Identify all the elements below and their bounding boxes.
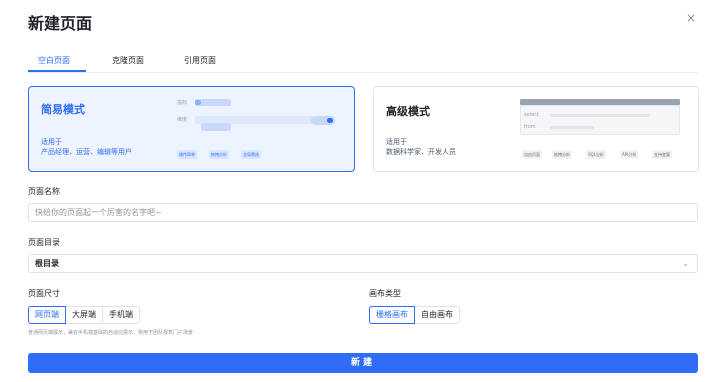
advanced-mode-title: 高级模式 [386, 105, 430, 118]
advanced-mode-card[interactable]: 高级模式 适用于 数据科学家、开发人员 select from 自由页面 拖拽分… [373, 86, 699, 172]
create-button[interactable]: 新建 [28, 353, 698, 373]
preview-metric-label: 指标 [177, 100, 188, 106]
tab-reference-page[interactable]: 引用页面 [184, 55, 216, 66]
simple-mode-desc-line2: 产品经理、运营、编辑等用户 [41, 148, 132, 156]
tag-variable-support: 支持变量 [652, 150, 672, 159]
canvas-type-label: 画布类型 [369, 289, 401, 298]
dialog-title: 新建页面 [28, 14, 93, 33]
advanced-mode-desc-line2: 数据科学家、开发人员 [386, 148, 456, 156]
preview-select-keyword: select [524, 112, 539, 118]
preview-from-line [550, 126, 594, 129]
tag-easy-operation: 操作简单 [177, 150, 197, 159]
preview-from-keyword: from [524, 124, 536, 130]
simple-mode-title: 简易模式 [41, 103, 85, 116]
simple-mode-card[interactable]: 简易模式 适用于 产品经理、运营、编辑等用户 指标 维度 操作简单 拖拽分析 全… [28, 86, 355, 172]
canvas-option-free[interactable]: 自由画布 [414, 306, 460, 324]
advanced-mode-desc: 适用于 数据科学家、开发人员 [386, 137, 456, 157]
size-option-bigscreen[interactable]: 大屏端 [65, 306, 103, 324]
preview-drag-chip [201, 123, 231, 131]
size-option-web[interactable]: 网页端 [28, 306, 66, 324]
preview-editor-body [520, 105, 680, 135]
page-name-input[interactable]: 快给你的页面起一个厉害的名字吧~ [28, 203, 698, 222]
page-size-label: 页面尺寸 [28, 289, 60, 298]
page-directory-select[interactable]: 根目录 ⌄ [28, 254, 698, 273]
preview-select-line [550, 114, 650, 117]
page-size-selector: 网页端 大屏端 手机端 [28, 306, 140, 324]
tag-drag-analysis: 拖拽分析 [552, 150, 572, 159]
tag-free-page: 自由页面 [522, 150, 542, 159]
simple-mode-desc: 适用于 产品经理、运营、编辑等用户 [41, 137, 132, 157]
preview-dimension-label: 维度 [177, 117, 188, 123]
preview-toggle-knob [327, 118, 333, 123]
size-option-mobile[interactable]: 手机端 [102, 306, 140, 324]
tag-drag-analysis: 拖拽分析 [209, 150, 229, 159]
canvas-type-selector: 栅格画布 自由画布 [369, 306, 460, 324]
tag-api-analysis: API分析 [620, 150, 639, 159]
tab-clone-page[interactable]: 克隆页面 [112, 55, 144, 66]
page-directory-label: 页面目录 [28, 238, 60, 247]
advanced-mode-desc-line1: 适用于 [386, 138, 407, 146]
tag-global-filter: 全局筛选 [241, 150, 261, 159]
simple-mode-desc-line1: 适用于 [41, 138, 62, 146]
chevron-down-icon: ⌄ [682, 259, 689, 268]
active-tab-indicator [28, 70, 86, 72]
canvas-option-grid[interactable]: 栅格画布 [369, 306, 415, 324]
page-directory-value: 根目录 [35, 259, 59, 268]
page-size-hint: 普通网页端展示，兼容手机端基础的自适应展示，常用于团队报表门户场景 [28, 330, 194, 336]
tag-sql-analysis: SQL分析 [586, 150, 606, 159]
preview-metric-chip [195, 100, 201, 105]
page-name-label: 页面名称 [28, 187, 60, 196]
close-icon[interactable]: × [684, 11, 698, 25]
tab-blank-page[interactable]: 空白页面 [38, 55, 70, 66]
tab-bar: 空白页面 克隆页面 引用页面 [28, 48, 698, 73]
